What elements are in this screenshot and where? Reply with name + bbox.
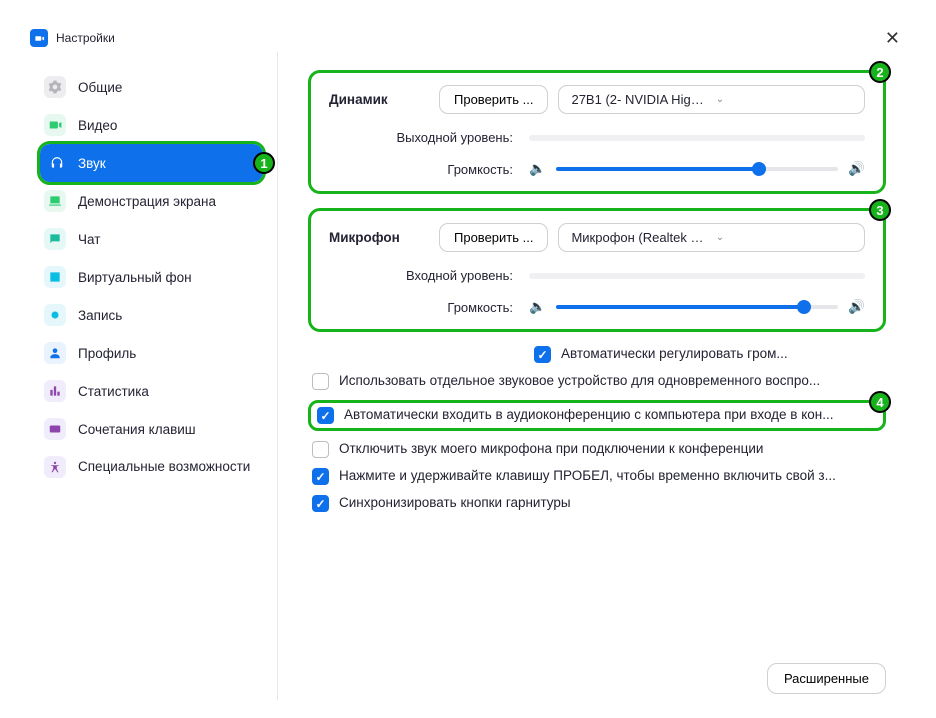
- chevron-down-icon: ⌄: [716, 94, 852, 105]
- test-speaker-button[interactable]: Проверить ...: [439, 85, 548, 114]
- sync-headset-label: Синхронизировать кнопки гарнитуры: [339, 495, 886, 510]
- sidebar-item-shortcuts[interactable]: Сочетания клавиш: [26, 410, 277, 448]
- sidebar-item-chat[interactable]: Чат: [26, 220, 277, 258]
- profile-icon: [44, 342, 66, 364]
- nav-label: Профиль: [78, 346, 136, 361]
- window-title: Настройки: [56, 31, 115, 45]
- nav-label: Демонстрация экрана: [78, 194, 216, 209]
- badge-3: 3: [869, 199, 891, 221]
- slider-thumb[interactable]: [797, 300, 811, 314]
- close-icon[interactable]: ✕: [879, 28, 906, 49]
- space-unmute-row: Нажмите и удерживайте клавишу ПРОБЕЛ, чт…: [308, 468, 886, 485]
- nav-label: Специальные возможности: [78, 458, 250, 476]
- test-mic-button[interactable]: Проверить ...: [439, 223, 548, 252]
- sidebar: Общие Видео Звук 1 Демонстрация экрана Ч…: [26, 52, 278, 700]
- app-icon: [30, 29, 48, 47]
- sidebar-item-background[interactable]: Виртуальный фон: [26, 258, 277, 296]
- sidebar-item-accessibility[interactable]: Специальные возможности: [26, 448, 277, 486]
- input-level-label: Входной уровень:: [329, 268, 529, 283]
- speaker-title: Динамик: [329, 92, 439, 107]
- mic-device-value: Микрофон (Realtek High Definiti...: [571, 230, 707, 245]
- speaker-device-select[interactable]: 27B1 (2- NVIDIA High Definition ... ⌄: [558, 85, 865, 114]
- auto-adjust-label: Автоматически регулировать гром...: [561, 346, 886, 361]
- mic-volume-slider[interactable]: [556, 305, 838, 309]
- slider-fill: [556, 167, 759, 171]
- advanced-button[interactable]: Расширенные: [767, 663, 886, 694]
- main-panel: 2 Динамик Проверить ... 27B1 (2- NVIDIA …: [278, 52, 910, 700]
- mute-on-join-row: Отключить звук моего микрофона при подкл…: [308, 441, 886, 458]
- nav-label: Сочетания клавиш: [78, 422, 196, 437]
- sidebar-item-profile[interactable]: Профиль: [26, 334, 277, 372]
- badge-2: 2: [869, 61, 891, 83]
- output-level-label: Выходной уровень:: [329, 130, 529, 145]
- sidebar-item-general[interactable]: Общие: [26, 68, 277, 106]
- keyboard-icon: [44, 418, 66, 440]
- auto-join-highlight: 4 Автоматически входить в аудиоконференц…: [308, 400, 886, 431]
- sidebar-item-video[interactable]: Видео: [26, 106, 277, 144]
- stats-icon: [44, 380, 66, 402]
- mic-title: Микрофон: [329, 230, 439, 245]
- mic-section: 3 Микрофон Проверить ... Микрофон (Realt…: [308, 208, 886, 332]
- auto-adjust-row: Автоматически регулировать гром...: [308, 346, 886, 363]
- nav-label: Общие: [78, 80, 122, 95]
- sidebar-item-stats[interactable]: Статистика: [26, 372, 277, 410]
- sync-headset-checkbox[interactable]: [312, 495, 329, 512]
- accessibility-icon: [44, 456, 66, 478]
- nav-label: Звук: [78, 156, 106, 171]
- nav-label: Чат: [78, 232, 100, 247]
- speaker-volume-slider[interactable]: [556, 167, 838, 171]
- share-screen-icon: [44, 190, 66, 212]
- badge-1: 1: [253, 152, 275, 174]
- mute-on-join-checkbox[interactable]: [312, 441, 329, 458]
- record-icon: [44, 304, 66, 326]
- volume-low-icon: 🔈: [529, 299, 546, 315]
- slider-thumb[interactable]: [752, 162, 766, 176]
- footer: Расширенные: [767, 663, 886, 694]
- nav-label: Статистика: [78, 384, 149, 399]
- nav-label: Виртуальный фон: [78, 270, 192, 285]
- space-unmute-label: Нажмите и удерживайте клавишу ПРОБЕЛ, чт…: [339, 468, 886, 483]
- sync-headset-row: Синхронизировать кнопки гарнитуры: [308, 495, 886, 512]
- sidebar-item-recording[interactable]: Запись: [26, 296, 277, 334]
- nav-label: Видео: [78, 118, 117, 133]
- auto-join-audio-label: Автоматически входить в аудиоконференцию…: [344, 407, 877, 422]
- chevron-down-icon: ⌄: [716, 232, 852, 243]
- auto-adjust-checkbox[interactable]: [534, 346, 551, 363]
- speaker-device-value: 27B1 (2- NVIDIA High Definition ...: [571, 92, 707, 107]
- mic-volume-label: Громкость:: [329, 300, 529, 315]
- background-icon: [44, 266, 66, 288]
- sidebar-item-share[interactable]: Демонстрация экрана: [26, 182, 277, 220]
- headphones-icon: [46, 152, 68, 174]
- speaker-volume-label: Громкость:: [329, 162, 529, 177]
- volume-high-icon: 🔊: [848, 299, 865, 315]
- mic-device-select[interactable]: Микрофон (Realtek High Definiti... ⌄: [558, 223, 865, 252]
- video-icon: [44, 114, 66, 136]
- input-level-meter: [529, 273, 865, 279]
- settings-window: Настройки ✕ Общие Видео Звук 1 Демонстра…: [26, 24, 910, 700]
- gear-icon: [44, 76, 66, 98]
- volume-high-icon: 🔊: [848, 161, 865, 177]
- badge-4: 4: [869, 391, 891, 413]
- slider-fill: [556, 305, 804, 309]
- speaker-section: 2 Динамик Проверить ... 27B1 (2- NVIDIA …: [308, 70, 886, 194]
- space-unmute-checkbox[interactable]: [312, 468, 329, 485]
- titlebar: Настройки ✕: [26, 24, 910, 52]
- auto-join-audio-checkbox[interactable]: [317, 407, 334, 424]
- separate-device-label: Использовать отдельное звуковое устройст…: [339, 373, 886, 388]
- output-level-meter: [529, 135, 865, 141]
- content: Общие Видео Звук 1 Демонстрация экрана Ч…: [26, 52, 910, 700]
- volume-low-icon: 🔈: [529, 161, 546, 177]
- nav-label: Запись: [78, 308, 122, 323]
- sidebar-item-audio[interactable]: Звук 1: [40, 144, 263, 182]
- separate-device-row: Использовать отдельное звуковое устройст…: [308, 373, 886, 390]
- separate-device-checkbox[interactable]: [312, 373, 329, 390]
- chat-icon: [44, 228, 66, 250]
- mute-on-join-label: Отключить звук моего микрофона при подкл…: [339, 441, 886, 456]
